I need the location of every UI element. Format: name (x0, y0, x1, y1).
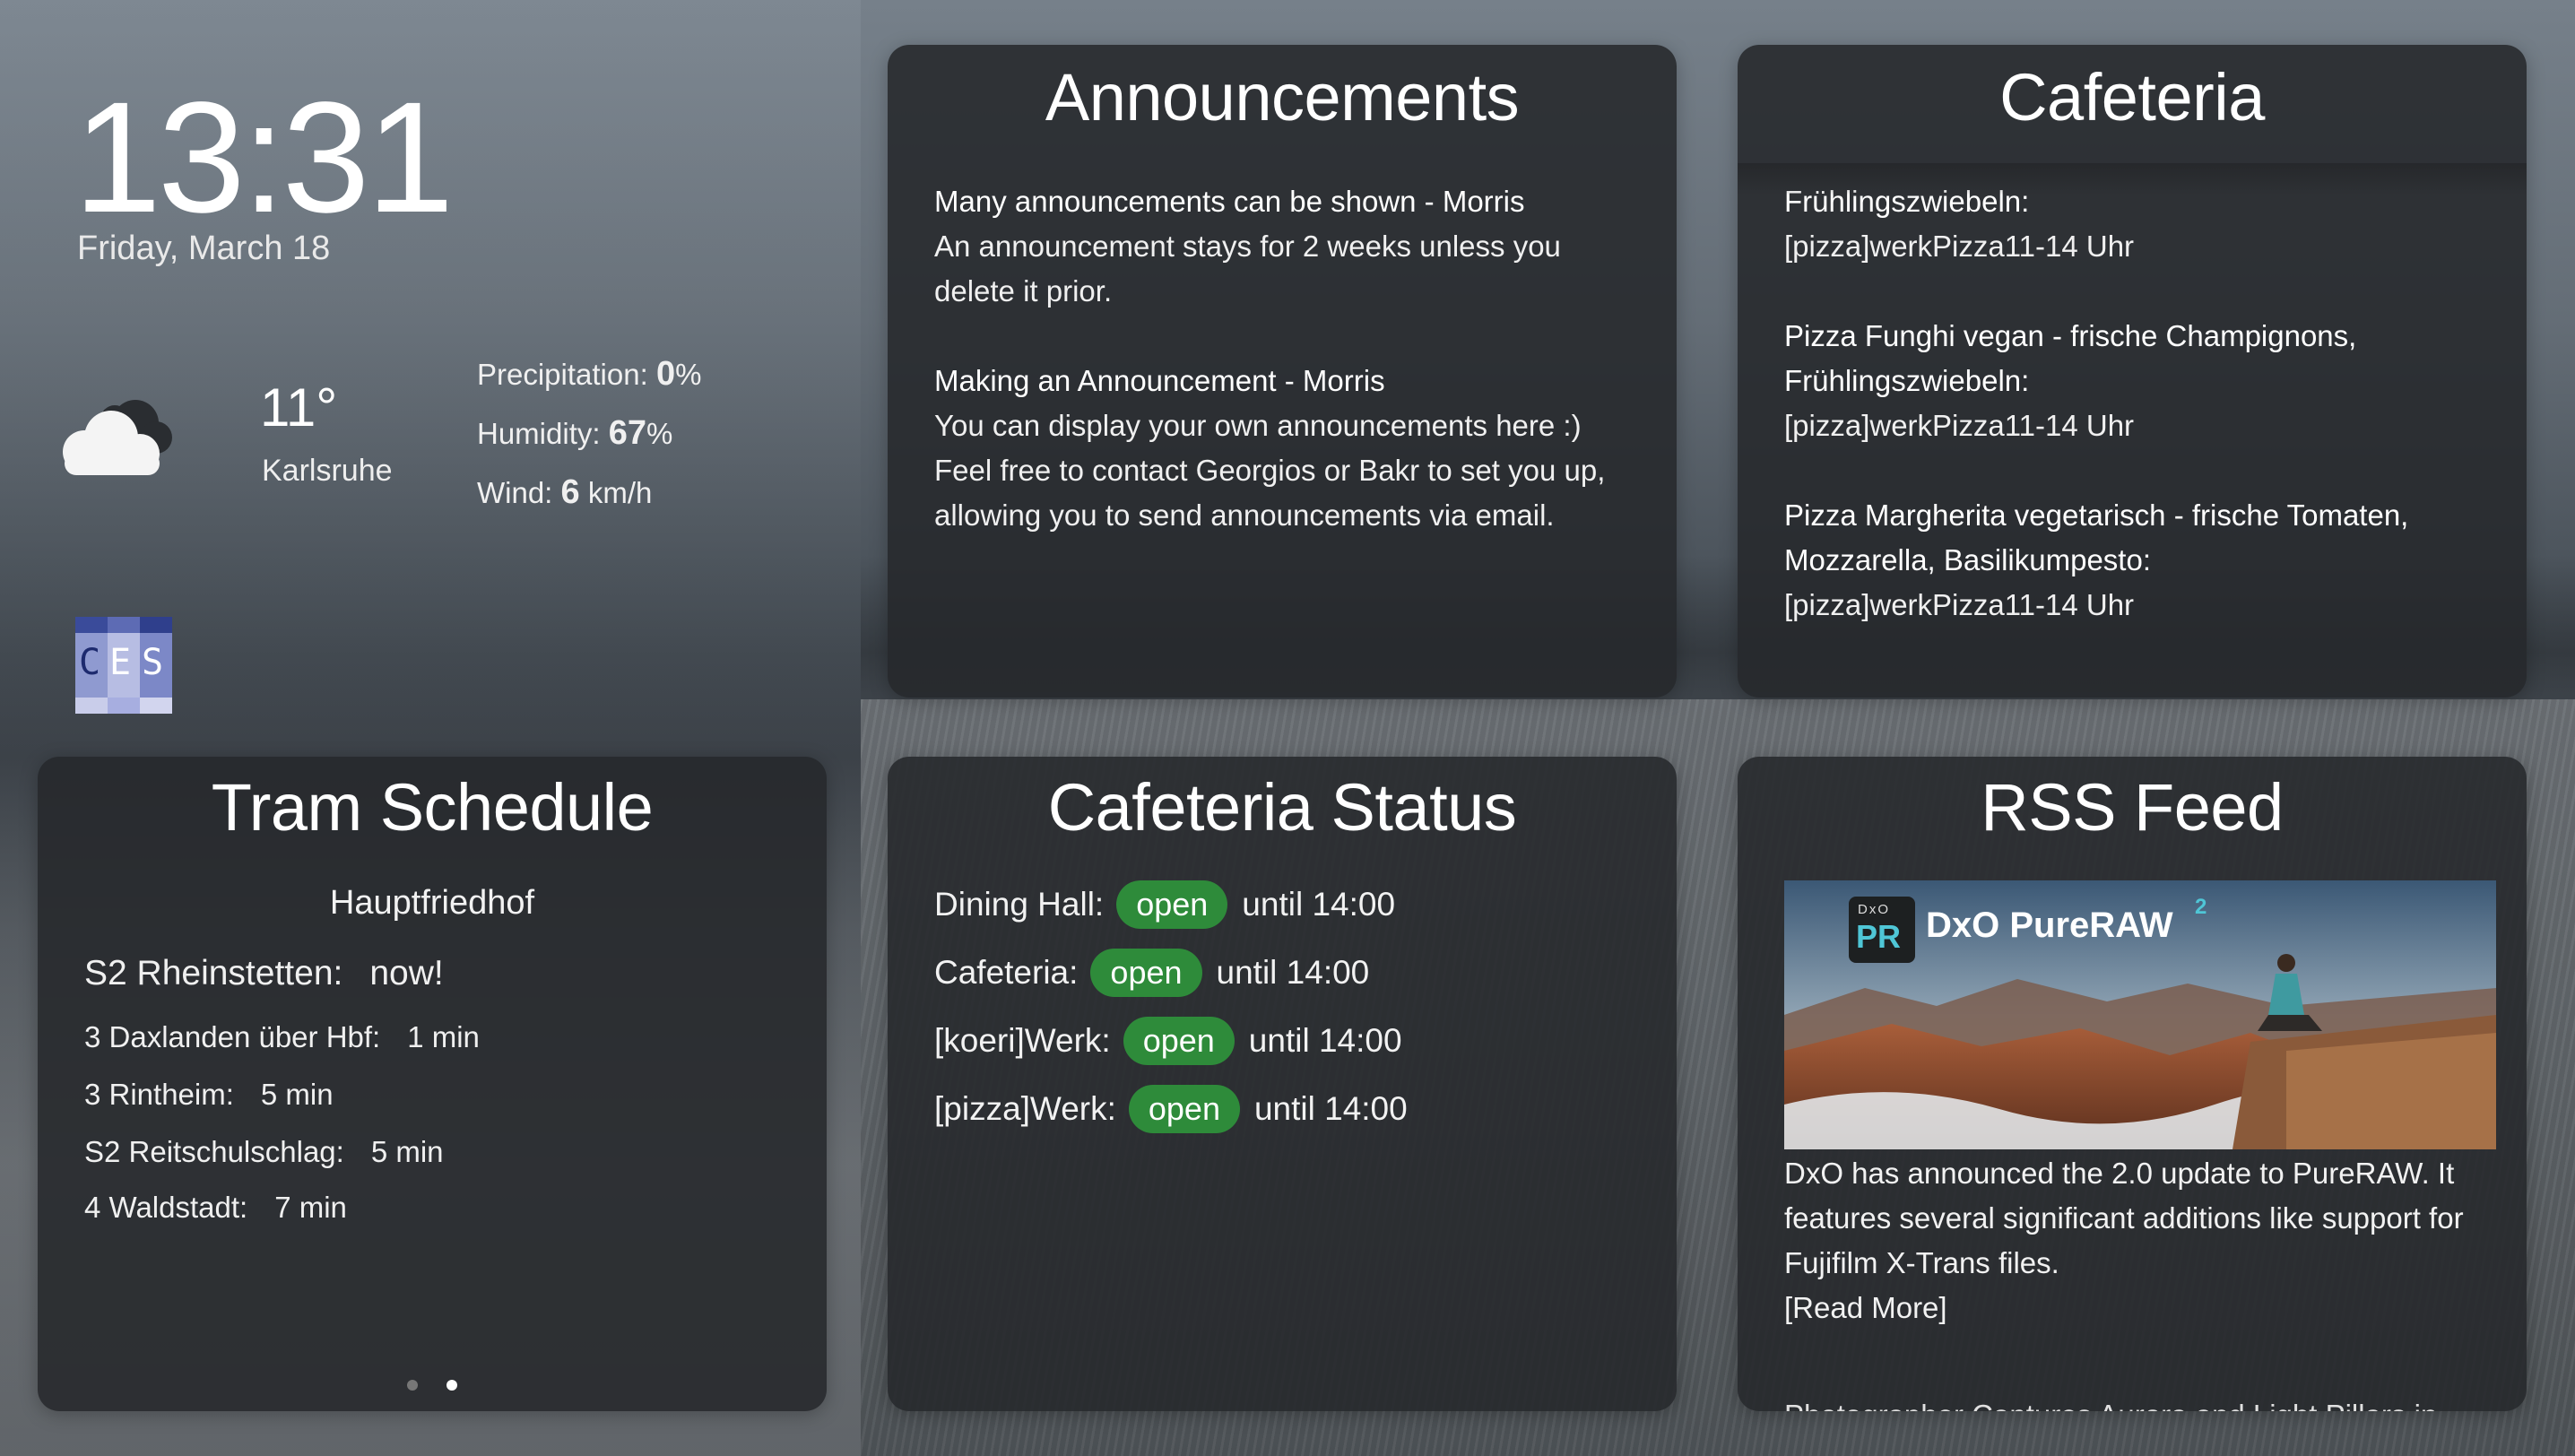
wind-value: 6 (560, 473, 580, 511)
cafeteria-status-title: Cafeteria Status (1047, 770, 1517, 845)
precipitation: Precipitation: 0% (477, 355, 701, 394)
scroll-fade (1738, 163, 2527, 195)
rss-article-body: DxO has announced the 2.0 update to Pure… (1784, 1157, 2464, 1279)
wind: Wind: 6 km/h (477, 473, 652, 512)
read-more-link[interactable]: [Read More] (1784, 1286, 2491, 1330)
page-dot[interactable] (406, 1380, 418, 1391)
city-name: Karlsruhe (262, 454, 393, 488)
rss-card: RSS Feed DxO PR DxO PureRAW 2 DxO has an… (1738, 757, 2527, 1411)
menu-item: Pizza Funghi vegan - frische Champignons… (1784, 314, 2491, 448)
humidity-label: Humidity: (477, 417, 601, 450)
status-badge: open (1128, 1085, 1240, 1133)
status-row: [koeri]Werk: open until 14:00 (934, 1017, 1402, 1065)
menu-item: Pizza Margherita vegetarisch - frische T… (1784, 493, 2491, 628)
status-row: [pizza]Werk: open until 14:00 (934, 1085, 1408, 1133)
status-until: until 14:00 (1242, 886, 1396, 923)
announcement-heading: Many announcements can be shown - Morris (934, 185, 1525, 218)
logo-letter-c: C (79, 642, 101, 683)
tram-line: 3 Daxlanden über Hbf: (84, 1020, 381, 1053)
menu-location: [pizza]werkPizza11-14 Uhr (1784, 588, 2135, 621)
dxo-small-label: DxO (1858, 902, 1890, 917)
clock-date: Friday, March 18 (77, 230, 331, 267)
status-until: until 14:00 (1216, 954, 1370, 991)
tram-time: now! (369, 954, 444, 992)
status-row: Cafeteria: open until 14:00 (934, 949, 1369, 997)
status-until: until 14:00 (1253, 1090, 1408, 1127)
tram-title: Tram Schedule (211, 770, 654, 845)
clock-time: 13:31 (74, 70, 454, 246)
status-row: Dining Hall: open until 14:00 (934, 880, 1395, 929)
status-location: [koeri]Werk: (934, 1022, 1111, 1059)
precipitation-unit: % (675, 358, 702, 391)
temperature: 11° (260, 377, 338, 438)
announcement-body: An announcement stays for 2 weeks unless… (934, 230, 1561, 308)
rss-next-article: Photographer Captures Aurora and Light P… (1784, 1393, 2491, 1411)
tram-departure: 4 Waldstadt: 7 min (84, 1191, 347, 1225)
logo-letter-s: S (142, 642, 164, 683)
pr-badge: PR (1856, 918, 1902, 955)
tram-departure: 3 Rintheim: 5 min (84, 1078, 334, 1112)
announcement-item: Making an Announcement - Morris You can … (934, 359, 1623, 538)
tram-card: Tram Schedule Hauptfriedhof S2 Rheinstet… (38, 757, 827, 1411)
announcements-title: Announcements (1045, 60, 1520, 134)
tram-departure: S2 Reitschulschlag: 5 min (84, 1135, 444, 1169)
wind-label: Wind: (477, 476, 553, 509)
announcements-list: Many announcements can be shown - Morris… (934, 179, 1623, 583)
announcement-item: Many announcements can be shown - Morris… (934, 179, 1623, 314)
menu-dish: Pizza Funghi vegan - frische Champignons… (1784, 319, 2357, 397)
announcement-body: You can display your own announcements h… (934, 409, 1606, 532)
status-badge: open (1090, 949, 1202, 997)
humidity-unit: % (646, 417, 673, 450)
dxo-pureraw-label: DxO PureRAW (1926, 906, 2173, 945)
status-badge: open (1123, 1017, 1235, 1065)
cloud-icon (63, 400, 172, 475)
page-dot-active[interactable] (447, 1380, 458, 1391)
status-location: Dining Hall: (934, 886, 1105, 923)
tram-line: S2 Reitschulschlag: (84, 1135, 344, 1168)
status-location: Cafeteria: (934, 954, 1079, 991)
rss-title: RSS Feed (1981, 770, 2284, 845)
tram-line: 3 Rintheim: (84, 1078, 234, 1111)
tram-station: Hauptfriedhof (329, 884, 535, 922)
rss-article-image[interactable]: DxO PR DxO PureRAW 2 (1784, 880, 2496, 1149)
tram-time: 5 min (260, 1078, 334, 1111)
tram-line: 4 Waldstadt: (84, 1191, 248, 1224)
humidity-value: 67 (608, 414, 646, 452)
pureraw-version: 2 (2195, 895, 2207, 919)
tram-line: S2 Rheinstetten: (84, 954, 343, 992)
precipitation-value: 0 (655, 355, 676, 393)
status-until: until 14:00 (1248, 1022, 1402, 1059)
page-indicator (38, 1379, 827, 1395)
cafeteria-card: Cafeteria Frühlingszwiebeln: [pizza]werk… (1738, 45, 2527, 698)
tram-departure: S2 Rheinstetten: now! (84, 954, 444, 993)
rss-article: DxO has announced the 2.0 update to Pure… (1784, 1151, 2491, 1330)
ces-logo: C E S (75, 617, 172, 714)
status-badge: open (1116, 880, 1228, 929)
cafeteria-status-card: Cafeteria Status Dining Hall: open until… (888, 757, 1677, 1411)
tram-time: 5 min (370, 1135, 444, 1168)
logo-letter-e: E (109, 642, 132, 683)
announcement-heading: Making an Announcement - Morris (934, 364, 1385, 397)
menu-dish: Pizza Margherita vegetarisch - frische T… (1784, 498, 2409, 576)
cafeteria-menu: Frühlingszwiebeln: [pizza]werkPizza11-14… (1784, 179, 2491, 672)
tram-departure: 3 Daxlanden über Hbf: 1 min (84, 1020, 480, 1054)
tram-time: 7 min (274, 1191, 347, 1224)
status-location: [pizza]Werk: (934, 1090, 1116, 1127)
menu-location: [pizza]werkPizza11-14 Uhr (1784, 409, 2135, 442)
humidity: Humidity: 67% (477, 414, 672, 453)
menu-location: [pizza]werkPizza11-14 Uhr (1784, 230, 2135, 263)
wind-unit: km/h (587, 476, 653, 509)
cafeteria-title: Cafeteria (1999, 60, 2265, 134)
precipitation-label: Precipitation: (477, 358, 648, 391)
tram-time: 1 min (407, 1020, 480, 1053)
announcements-card: Announcements Many announcements can be … (888, 45, 1677, 698)
